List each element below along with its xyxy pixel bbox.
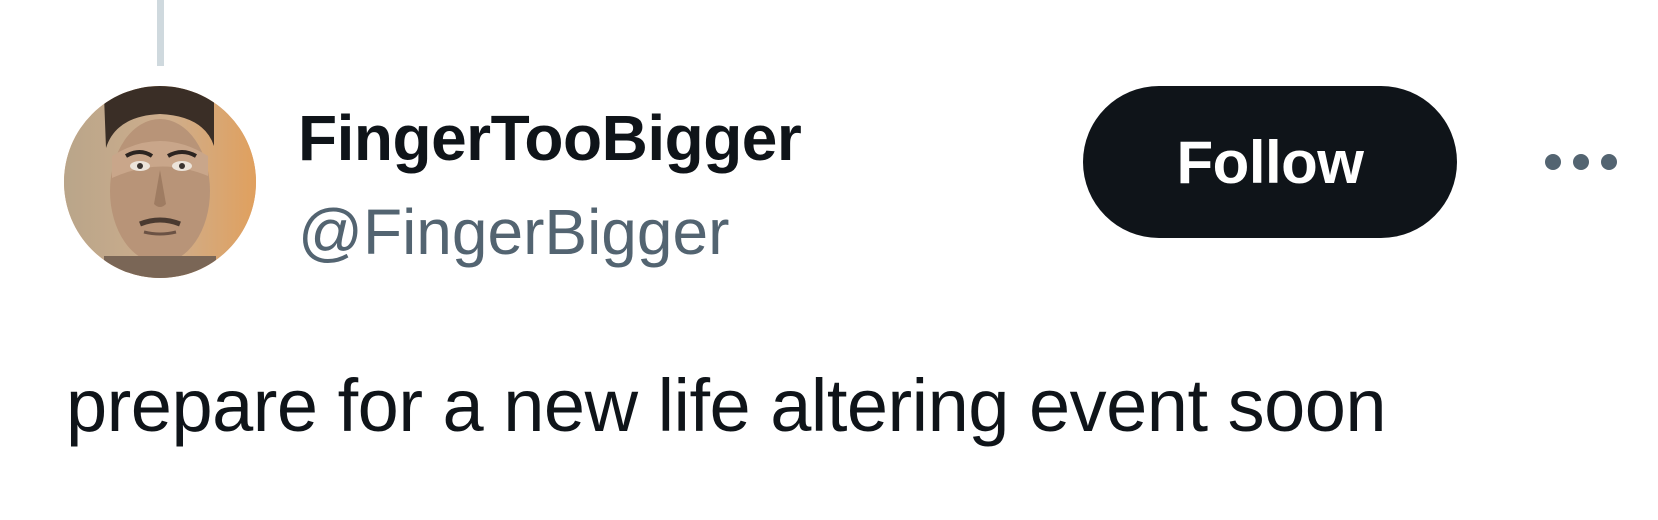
more-horizontal-icon	[1545, 154, 1617, 170]
follow-button[interactable]: Follow	[1083, 86, 1457, 238]
avatar-image	[64, 86, 256, 278]
thread-connector-line	[157, 0, 164, 66]
more-options-button[interactable]	[1536, 130, 1626, 194]
author-display-name[interactable]: FingerTooBigger	[298, 98, 802, 178]
tweet-text: prepare for a new life altering event so…	[66, 364, 1387, 447]
follow-button-label: Follow	[1176, 128, 1364, 196]
author-handle[interactable]: @FingerBigger	[298, 192, 729, 272]
avatar[interactable]	[64, 86, 256, 278]
